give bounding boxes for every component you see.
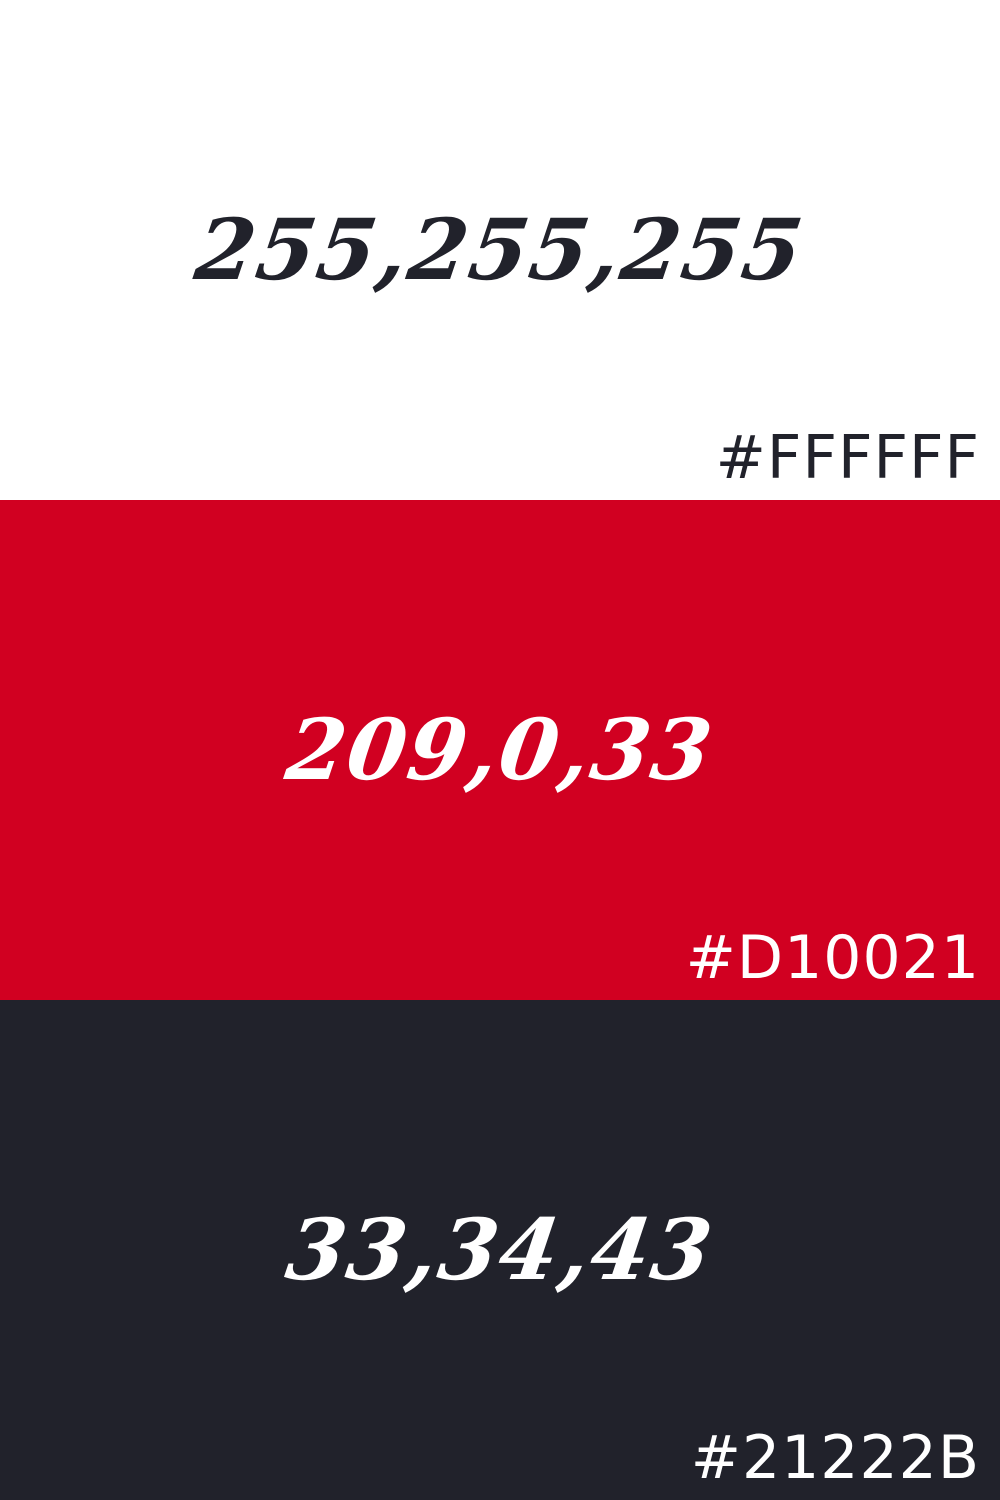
rgb-value-3: 33,34,43 bbox=[280, 1200, 720, 1299]
color-palette: 255,255,255 #FFFFFF 209,0,33 #D10021 33,… bbox=[0, 0, 1000, 1500]
hex-code-2: #D10021 bbox=[685, 923, 980, 993]
color-swatch-1: 255,255,255 #FFFFFF bbox=[0, 0, 1000, 500]
hex-code-1: #FFFFFF bbox=[715, 423, 980, 493]
color-swatch-2: 209,0,33 #D10021 bbox=[0, 500, 1000, 1000]
hex-code-3: #21222B bbox=[690, 1423, 980, 1493]
color-swatch-3: 33,34,43 #21222B bbox=[0, 1000, 1000, 1500]
rgb-value-1: 255,255,255 bbox=[189, 200, 811, 299]
rgb-value-2: 209,0,33 bbox=[280, 700, 720, 799]
